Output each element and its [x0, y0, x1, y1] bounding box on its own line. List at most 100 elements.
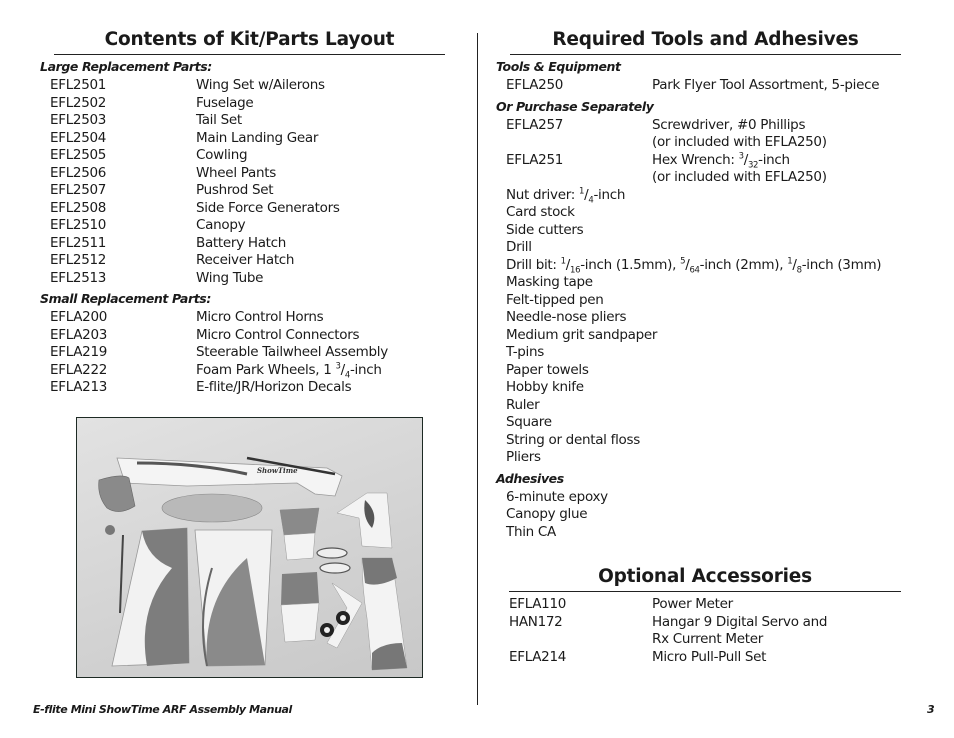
desc-text: -inch (2mm), — [699, 256, 788, 273]
wheel-pant-part — [316, 547, 348, 559]
part-row: EFL2504 Main Landing Gear — [40, 130, 445, 148]
tool-desc: Park Flyer Tool Assortment, 5-piece — [652, 77, 880, 93]
adhesives-heading: Adhesives — [496, 470, 564, 486]
tool-note: (or included with EFLA250) — [652, 134, 827, 150]
tool-desc: Hex Wrench: 3/32-inch — [652, 151, 790, 171]
optional-accessories: Optional Accessories EFLA110 Power Meter … — [509, 563, 901, 666]
part-desc: Steerable Tailwheel Assembly — [196, 344, 388, 360]
part-row: EFLA203 Micro Control Connectors — [40, 327, 445, 345]
part-code: EFL2505 — [50, 147, 107, 163]
tools-equipment-heading: Tools & Equipment — [496, 59, 621, 74]
part-desc: Canopy — [196, 217, 246, 233]
tool-row: EFLA250 Park Flyer Tool Assortment, 5-pie… — [496, 77, 901, 95]
part-row: EFL2506 Wheel Pants — [40, 165, 445, 183]
part-row: EFLA222 Foam Park Wheels, 1 3/4-inch — [40, 362, 445, 380]
desc-text: -inch (1.5mm), — [580, 256, 681, 273]
tool-item: Medium grit sandpaper — [506, 326, 658, 343]
tools-title: Required Tools and Adhesives — [510, 26, 901, 55]
part-code: EFLA213 — [50, 379, 108, 395]
horizontal-stab-part — [279, 507, 320, 536]
accessory-row: EFLA214 Micro Pull-Pull Set — [509, 649, 901, 667]
fraction-numerator: 5 — [680, 256, 686, 266]
accessories-title: Optional Accessories — [509, 563, 901, 592]
part-row: EFLA219 Steerable Tailwheel Assembly — [40, 344, 445, 362]
accessory-desc: Hangar 9 Digital Servo and — [652, 613, 828, 630]
adhesive-item: 6-minute epoxy — [506, 488, 608, 505]
fraction-numerator: 3 — [738, 151, 744, 161]
part-desc: Micro Control Connectors — [196, 326, 360, 343]
accessory-code: EFLA214 — [509, 648, 567, 665]
part-desc: Fuselage — [196, 94, 254, 111]
kit-parts-illustration: ShowTime — [98, 456, 408, 671]
fuselage-decal: ShowTime — [257, 466, 298, 475]
part-desc: E-flite/JR/Horizon Decals — [196, 379, 352, 395]
accessory-desc-continued: Rx Current Meter — [652, 631, 763, 647]
tool-item: Drill bit: 1/16-inch (1.5mm), 5/64-inch … — [506, 256, 882, 276]
cowling-part — [98, 475, 136, 512]
desc-text: Foam Park Wheels, 1 — [196, 361, 336, 378]
part-desc: Side Force Generators — [196, 199, 340, 216]
elevator-lower-part — [280, 602, 320, 643]
part-row: EFLA200 Micro Control Horns — [40, 309, 445, 327]
vertical-fin-part — [336, 492, 393, 549]
large-parts-heading: Large Replacement Parts: — [40, 59, 212, 74]
tool-item: Felt-tipped pen — [506, 291, 604, 308]
part-desc: Receiver Hatch — [196, 252, 295, 268]
wheel-hub — [324, 627, 330, 633]
part-row: EFL2510 Canopy — [40, 217, 445, 235]
tool-code: EFLA251 — [506, 151, 564, 168]
fraction-numerator: 1 — [787, 256, 793, 266]
part-row: EFL2507 Pushrod Set — [40, 182, 445, 200]
tool-desc: Screwdriver, #0 Phillips — [652, 116, 806, 133]
tool-row: EFLA257 Screwdriver, #0 Phillips — [496, 117, 901, 135]
part-row: EFL2512 Receiver Hatch — [40, 252, 445, 270]
desc-text: Hex Wrench: — [652, 151, 739, 168]
canopy-part — [161, 493, 263, 523]
fuselage-part: ShowTime — [116, 456, 343, 497]
desc-text: Drill bit: — [506, 256, 561, 273]
accessory-code: EFLA110 — [509, 596, 567, 612]
part-desc: Foam Park Wheels, 1 3/4-inch — [196, 361, 382, 381]
part-row: EFL2501 Wing Set w/Ailerons — [40, 77, 445, 95]
kit-parts-photo: ShowTime — [76, 417, 423, 678]
part-desc: Pushrod Set — [196, 182, 274, 198]
tool-item: Side cutters — [506, 221, 584, 238]
tool-note: (or included with EFLA250) — [652, 169, 827, 185]
part-row: EFL2505 Cowling — [40, 147, 445, 165]
part-row: EFL2513 Wing Tube — [40, 270, 445, 288]
accessory-desc: Micro Pull-Pull Set — [652, 648, 767, 665]
part-row: EFLA213 E-flite/JR/Horizon Decals — [40, 379, 445, 397]
elevator-part — [281, 572, 319, 605]
part-desc: Battery Hatch — [196, 234, 287, 251]
wing-left-part — [111, 527, 190, 667]
tool-item: Card stock — [506, 204, 575, 220]
accessory-desc: Power Meter — [652, 596, 733, 612]
desc-text: -inch — [758, 151, 790, 168]
desc-text: -inch (3mm) — [801, 256, 882, 273]
part-row: EFL2502 Fuselage — [40, 95, 445, 113]
fraction-denominator: 64 — [689, 265, 700, 276]
part-row: EFL2508 Side Force Generators — [40, 200, 445, 218]
part-code: EFL2502 — [50, 94, 107, 111]
part-desc: Main Landing Gear — [196, 129, 319, 146]
purchase-separately-heading: Or Purchase Separately — [496, 98, 654, 114]
part-desc: Micro Control Horns — [196, 309, 324, 325]
part-code: EFL2512 — [50, 252, 107, 268]
wing-tube-part — [119, 534, 124, 614]
tool-item: T-pins — [506, 344, 544, 360]
column-divider — [477, 33, 478, 705]
adhesive-item: Thin CA — [506, 523, 556, 540]
tool-row: EFLA251 Hex Wrench: 3/32-inch — [496, 152, 901, 170]
part-code: EFLA222 — [50, 361, 108, 378]
fraction-numerator: 3 — [335, 361, 341, 371]
part-code: EFL2506 — [50, 164, 107, 181]
part-code: EFL2508 — [50, 199, 107, 216]
tool-item: Hobby knife — [506, 379, 584, 395]
tool-item: Nut driver: 1/4-inch — [506, 186, 626, 206]
part-desc: Wheel Pants — [196, 164, 276, 181]
desc-text: -inch — [593, 186, 626, 203]
spinner-part — [105, 525, 115, 535]
tool-code: EFLA250 — [506, 77, 564, 93]
page-number: 3 — [927, 703, 935, 716]
tool-item: String or dental floss — [506, 431, 640, 448]
